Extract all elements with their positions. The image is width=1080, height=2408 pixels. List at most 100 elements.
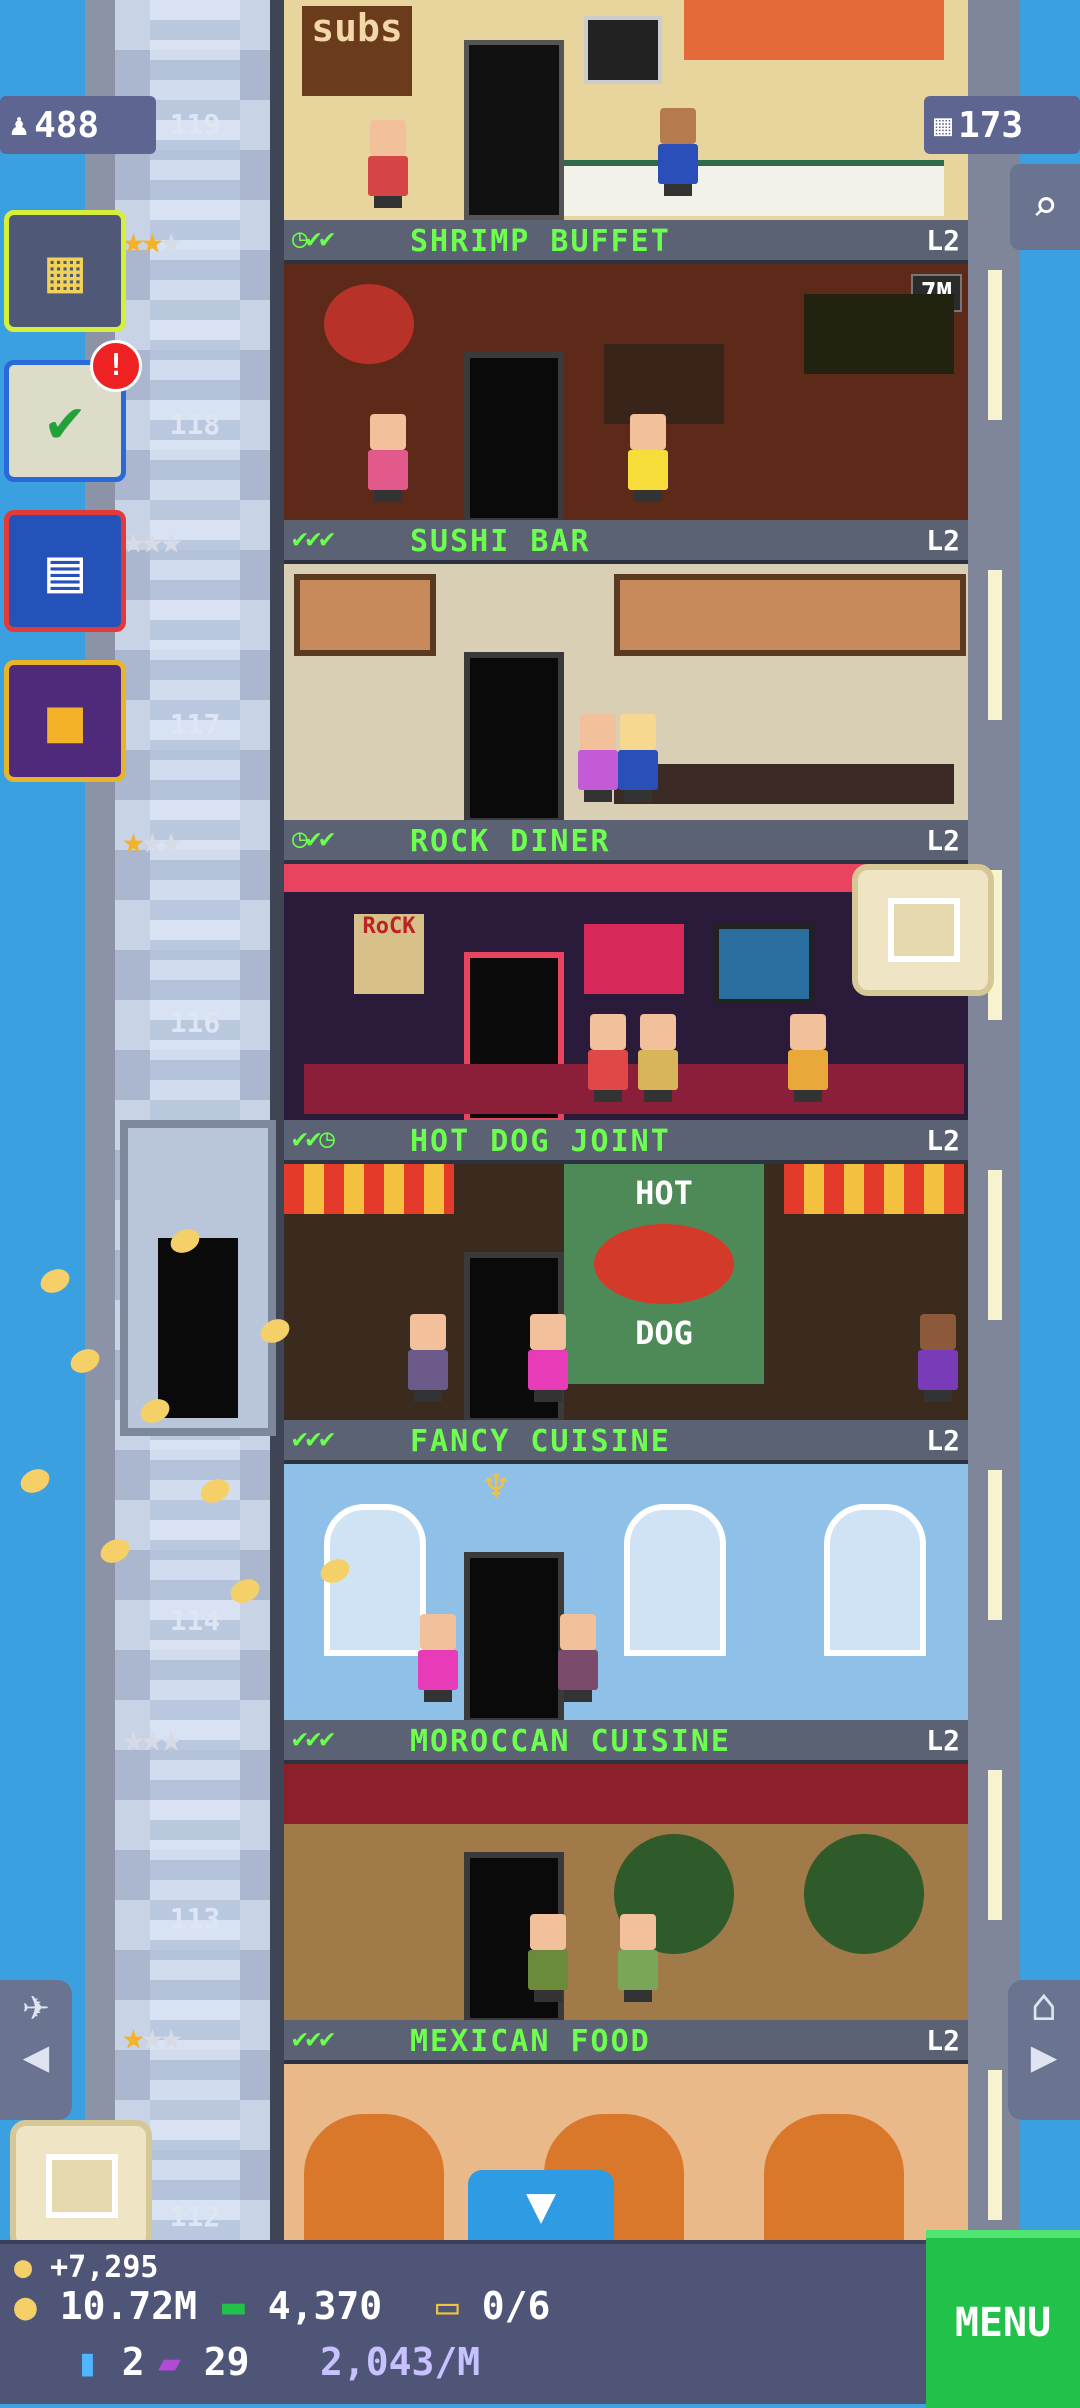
guitar-icon bbox=[584, 924, 684, 994]
window bbox=[824, 1504, 926, 1656]
arch bbox=[304, 2114, 444, 2244]
coin-icon: ● bbox=[14, 2250, 33, 2285]
floor-header: ✔✔◷ HOT DOG JOINT L2 bbox=[284, 1120, 968, 1164]
resident[interactable] bbox=[914, 1314, 962, 1402]
palm-icon bbox=[804, 1834, 924, 1954]
floor-number: 119 bbox=[169, 108, 221, 141]
down-arrow-icon: ▼ bbox=[525, 2176, 557, 2234]
resident[interactable] bbox=[614, 714, 662, 802]
person-icon: ♟ bbox=[10, 107, 29, 143]
room-interior: ♆ bbox=[284, 1464, 968, 1724]
population-count: 488 bbox=[34, 104, 100, 146]
awning bbox=[784, 1164, 964, 1214]
coins-display[interactable]: ● 10.72M bbox=[14, 2284, 197, 2328]
tickets-value: 0/6 bbox=[481, 2284, 551, 2328]
hot-label: HOT bbox=[635, 1174, 693, 1212]
floor-number: 113 bbox=[169, 1902, 221, 1935]
floor-header: ✔✔✔ SUSHI BAR L2 bbox=[284, 520, 968, 564]
floor-level: L2 bbox=[926, 2024, 960, 2057]
build-floor-button[interactable]: ▦ bbox=[4, 210, 126, 332]
elevator-car[interactable] bbox=[120, 1120, 276, 1436]
chandelier-icon: ♆ bbox=[484, 1464, 509, 1510]
floor-stars: ★★★ bbox=[122, 518, 183, 562]
home-icon: ⌂ bbox=[1030, 1980, 1058, 2031]
resident[interactable] bbox=[784, 1014, 832, 1102]
nav-right-button[interactable]: ⌂ ▶ bbox=[1008, 1980, 1080, 2120]
stock-checks: ✔✔✔ bbox=[292, 2024, 335, 2054]
floor-header: ✔✔✔ MOROCCAN CUISINE L2 bbox=[284, 1720, 968, 1764]
resident[interactable] bbox=[364, 120, 412, 208]
menu-button[interactable]: MENU bbox=[926, 2230, 1080, 2408]
gift-button[interactable]: ■ bbox=[4, 660, 126, 782]
search-button[interactable]: ⌕ bbox=[1010, 164, 1080, 250]
floor-level: L2 bbox=[926, 224, 960, 257]
resident[interactable] bbox=[654, 108, 702, 196]
stock-checks: ✔✔◷ bbox=[292, 1124, 335, 1154]
box-icon bbox=[46, 2154, 118, 2218]
gift-icon: ■ bbox=[46, 686, 84, 756]
stock-checks: ✔✔✔ bbox=[292, 1424, 335, 1454]
floor-header: ◷✔✔ SHRIMP BUFFET L2 bbox=[284, 220, 968, 264]
resident[interactable] bbox=[554, 1614, 602, 1702]
nav-left-button[interactable]: ✈ ◀ bbox=[0, 1980, 72, 2120]
room-door bbox=[464, 40, 564, 220]
resident[interactable] bbox=[404, 1314, 452, 1402]
floor-stars: ★★★ bbox=[122, 1716, 183, 1760]
counter bbox=[564, 160, 944, 216]
sushi-counter bbox=[614, 764, 954, 804]
room-door bbox=[464, 1552, 564, 1724]
floor-name: SUSHI BAR bbox=[410, 524, 591, 559]
floor-name: MEXICAN FOOD bbox=[410, 2024, 651, 2059]
hot-dog-icon bbox=[594, 1224, 734, 1304]
dog-label: DOG bbox=[635, 1314, 693, 1352]
resident[interactable] bbox=[614, 1914, 662, 2002]
supply-box-button[interactable] bbox=[10, 2120, 152, 2252]
stock-checks: ✔✔✔ bbox=[292, 524, 335, 554]
vip-display[interactable]: ▰ 29 bbox=[158, 2340, 250, 2384]
tower-left-wall bbox=[85, 0, 115, 2240]
resident[interactable] bbox=[364, 414, 412, 502]
awning bbox=[284, 1164, 454, 1214]
resident[interactable] bbox=[624, 414, 672, 502]
bottom-hud: ● +7,295 ● 10.72M ▬ 4,370 ▭ 0/6 ▮ 2 ▰ 29… bbox=[0, 2240, 1080, 2404]
floor-number: 116 bbox=[169, 1006, 221, 1039]
floor-level: L2 bbox=[926, 824, 960, 857]
population-badge[interactable]: ♟ 488 bbox=[0, 96, 156, 154]
floor-stars: ★★★ bbox=[122, 818, 183, 862]
window bbox=[614, 574, 966, 656]
resident[interactable] bbox=[524, 1914, 572, 2002]
floor-header: ✔✔✔ FANCY CUISINE L2 bbox=[284, 1420, 968, 1464]
resident[interactable] bbox=[524, 1314, 572, 1402]
floor-number: 117 bbox=[169, 708, 221, 741]
resident[interactable] bbox=[634, 1014, 682, 1102]
checklist-icon: ✔ bbox=[46, 386, 84, 456]
floor-name: SHRIMP BUFFET bbox=[410, 224, 671, 259]
window bbox=[624, 1504, 726, 1656]
tickets-display[interactable]: ▭ 0/6 bbox=[436, 2284, 550, 2328]
floor-name: HOT DOG JOINT bbox=[410, 1124, 671, 1159]
elevator-icon: ▮ bbox=[76, 2340, 99, 2384]
floor-level: L2 bbox=[926, 1124, 960, 1157]
calendar-icon: ▤ bbox=[46, 536, 84, 606]
bar-shelf bbox=[604, 344, 724, 424]
room-interior: 7M bbox=[284, 264, 968, 524]
scroll-down-button[interactable]: ▼ bbox=[468, 2170, 614, 2240]
arrow-right-icon: ▶ bbox=[1030, 2031, 1058, 2082]
floor-stars: ★★★ bbox=[122, 2014, 183, 2058]
room-interior: 4M HOT DOG bbox=[284, 1164, 968, 1424]
supply-box-button[interactable] bbox=[852, 864, 994, 996]
calendar-button[interactable]: ▤ bbox=[4, 510, 126, 632]
resident[interactable] bbox=[584, 1014, 632, 1102]
stock-checks: ✔✔✔ bbox=[292, 1724, 335, 1754]
floor-level: L2 bbox=[926, 524, 960, 557]
drapes bbox=[284, 1764, 968, 1824]
floors-badge[interactable]: ▦ 173 bbox=[924, 96, 1080, 154]
bux-display[interactable]: ▬ 4,370 bbox=[222, 2284, 382, 2328]
resident[interactable] bbox=[414, 1614, 462, 1702]
elevator-count-display[interactable]: ▮ 2 bbox=[76, 2340, 145, 2384]
menu-board-icon bbox=[584, 16, 662, 84]
room-interior: subs bbox=[284, 0, 968, 220]
stock-checks: ◷✔✔ bbox=[292, 224, 335, 254]
floor-name: ROCK DINER bbox=[410, 824, 611, 859]
room-interior bbox=[284, 2064, 968, 2244]
